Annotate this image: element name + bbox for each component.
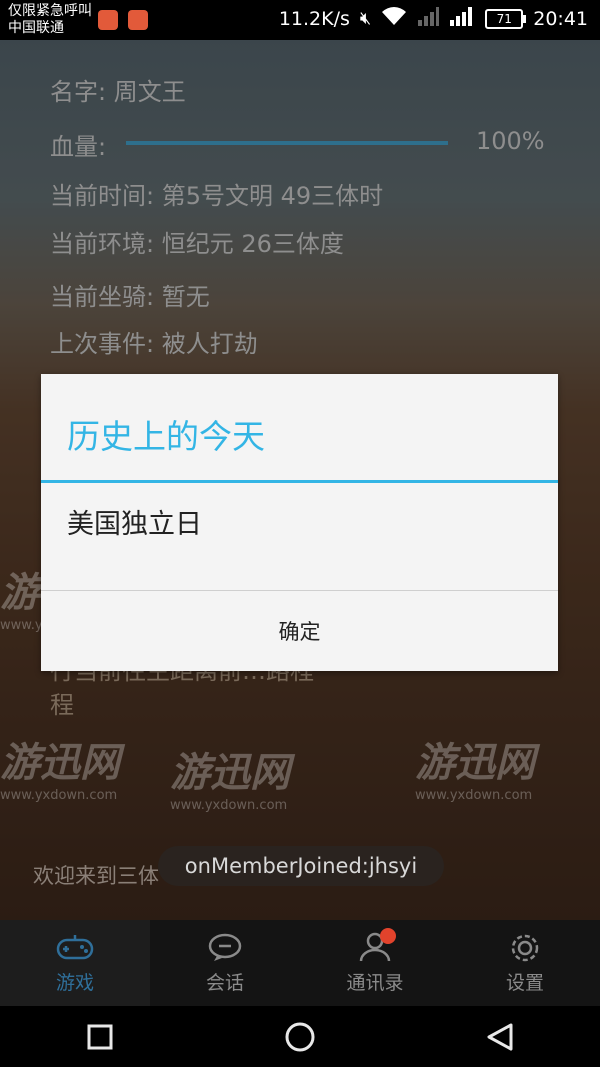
hp-bar — [126, 141, 448, 145]
tab-game[interactable]: 游戏 — [0, 920, 150, 1006]
dialog-title: 历史上的今天 — [67, 417, 265, 456]
gamepad-icon — [56, 932, 94, 966]
current-environment: 当前环境: 恒纪元 26三体度 — [50, 230, 344, 258]
player-name: 名字: 周文王 — [50, 78, 186, 106]
back-button[interactable] — [470, 1006, 530, 1067]
battery-icon: 71 — [485, 8, 527, 29]
chat-icon — [208, 932, 242, 966]
home-button[interactable] — [270, 1006, 330, 1067]
current-mount: 当前坐骑: 暂无 — [50, 283, 210, 311]
back-triangle-icon — [487, 1023, 513, 1050]
clock: 20:41 — [533, 7, 588, 30]
tab-chat[interactable]: 会话 — [150, 920, 300, 1006]
dialog-message: 美国独立日 — [67, 509, 202, 540]
confirm-button[interactable]: 确定 — [41, 591, 558, 671]
recent-apps-button[interactable] — [70, 1006, 130, 1067]
gear-icon — [509, 932, 541, 966]
wifi-icon — [381, 6, 407, 31]
tab-label: 通讯录 — [346, 971, 404, 994]
hp-bar-fill — [126, 141, 448, 145]
watermark: 游迅网www.yxdown.com — [170, 750, 290, 813]
tab-label: 会话 — [205, 971, 244, 994]
signal-icon — [417, 6, 440, 31]
carrier-line1: 仅限紧急呼叫 — [8, 3, 92, 19]
hp-label: 血量: — [50, 133, 107, 161]
current-time: 当前时间: 第5号文明 49三体时 — [50, 182, 384, 210]
tab-settings[interactable]: 设置 — [450, 920, 600, 1006]
notification-app-icon — [98, 10, 118, 30]
dialog-title-divider — [41, 480, 558, 483]
notification-app-icon-2 — [128, 10, 148, 30]
unread-badge — [380, 928, 396, 944]
last-event: 上次事件: 被人打劫 — [50, 330, 258, 358]
carrier-line2: 中国联通 — [8, 20, 64, 36]
signal-h-icon — [449, 6, 475, 31]
hp-row: 血量: 100% — [50, 127, 550, 162]
mute-icon: 🔇︎ — [359, 8, 372, 29]
tab-contacts[interactable]: 通讯录 — [300, 920, 450, 1006]
hp-value: 100% — [476, 127, 545, 155]
bottom-tab-bar: 游戏 会话 通讯录 设置 — [0, 920, 600, 1006]
watermark: 游迅网www.yxdown.com — [415, 740, 535, 803]
status-icons: 11.2K/s 🔇︎ 71 20:41 — [279, 6, 588, 31]
app-screen: 仅限紧急呼叫 中国联通 11.2K/s 🔇︎ 71 20:41 名字: 周文王 — [0, 0, 600, 1067]
travel-status-line2: 程 — [50, 691, 74, 719]
welcome-text: 欢迎来到三体 — [33, 864, 159, 888]
circle-icon — [285, 1022, 315, 1051]
tab-label: 游戏 — [55, 971, 94, 994]
history-dialog: 历史上的今天 美国独立日 确定 — [41, 374, 558, 671]
carrier-info: 仅限紧急呼叫 中国联通 — [8, 3, 92, 37]
tab-label: 设置 — [505, 971, 544, 994]
net-speed: 11.2K/s — [278, 7, 350, 30]
square-icon — [87, 1024, 113, 1049]
system-nav-bar — [0, 1006, 600, 1067]
status-bar: 仅限紧急呼叫 中国联通 11.2K/s 🔇︎ 71 20:41 — [0, 0, 600, 40]
watermark: 游迅网www.yxdown.com — [0, 740, 120, 803]
toast-message: onMemberJoined:jhsyi — [158, 846, 444, 886]
